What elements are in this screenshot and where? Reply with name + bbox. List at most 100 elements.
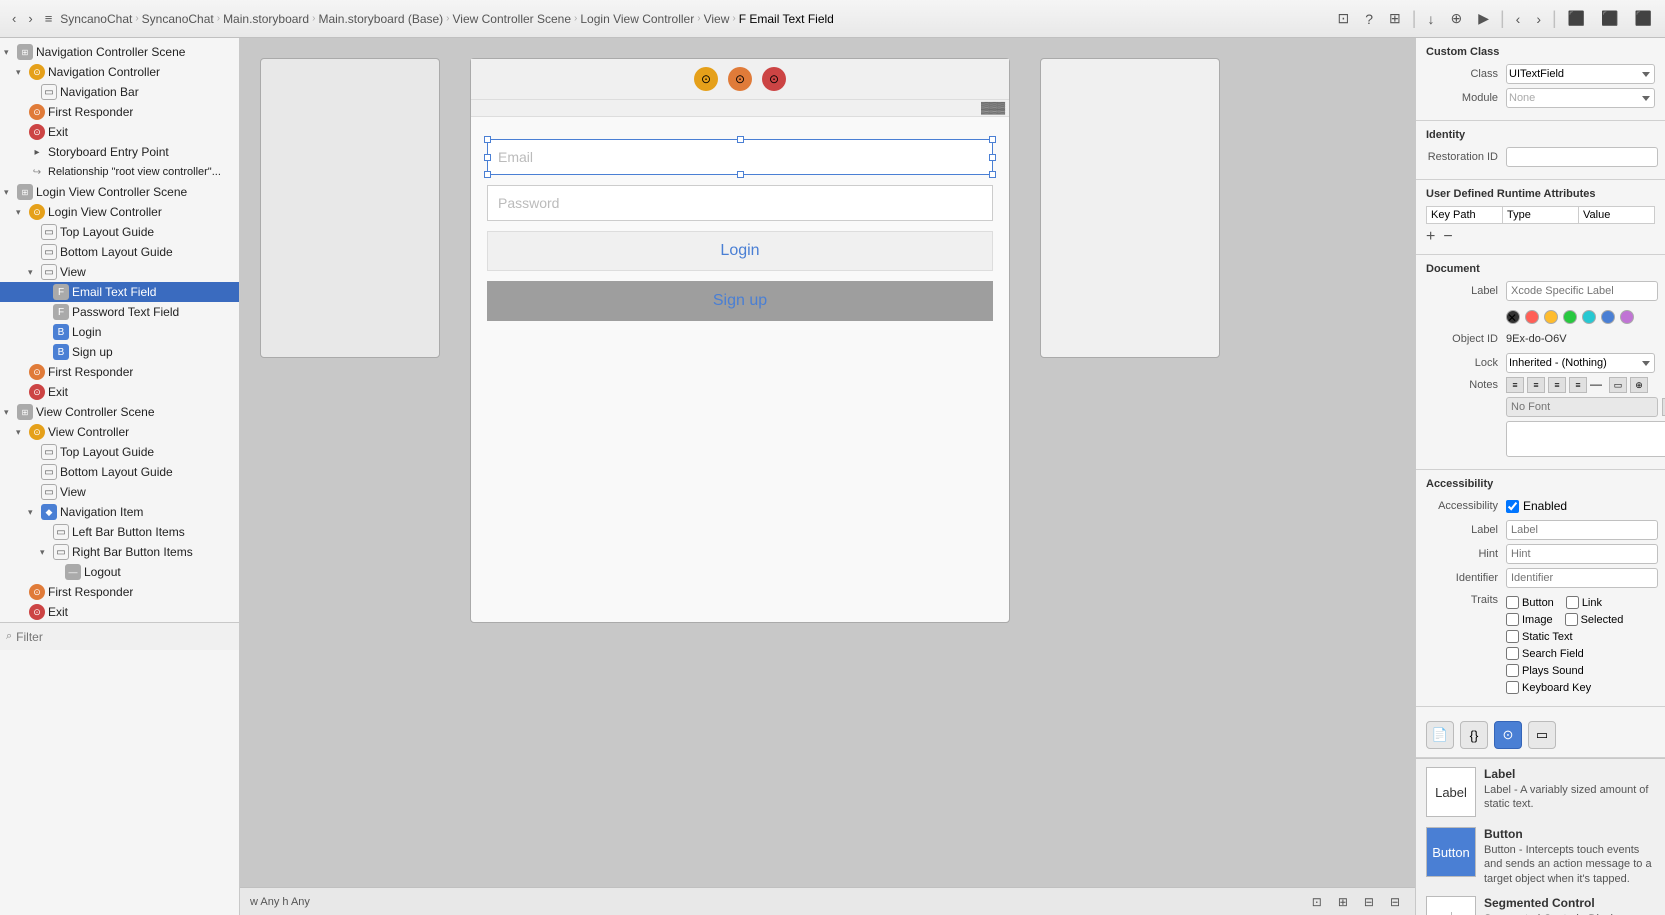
help-button[interactable]: ? (1360, 9, 1378, 29)
restoration-id-input[interactable] (1506, 147, 1658, 167)
nav-toggle[interactable]: ≡ (41, 9, 57, 28)
doc-icon-file[interactable]: 📄 (1426, 721, 1454, 749)
lock-select[interactable]: Inherited - (Nothing) (1506, 353, 1655, 373)
doc-icon-rect[interactable]: ▭ (1528, 721, 1556, 749)
next-issue-button[interactable]: › (1531, 9, 1546, 29)
filter-input[interactable] (16, 630, 233, 644)
nav-item-exit-1[interactable]: ⊙ Exit (0, 122, 239, 142)
color-blue[interactable] (1601, 310, 1615, 324)
canvas-mode-toggle[interactable]: w Any h Any (250, 896, 310, 908)
nav-item-relationship[interactable]: ↪ Relationship "root view controller"... (0, 162, 239, 182)
nav-item-storyboard-entry[interactable]: ▸ Storyboard Entry Point (0, 142, 239, 162)
color-green[interactable] (1563, 310, 1577, 324)
nav-item-email-text-field[interactable]: F Email Text Field (0, 282, 239, 302)
breadcrumb-item-6[interactable]: Login View Controller (580, 12, 694, 26)
nav-item-bottom-layout-2[interactable]: ▭ Bottom Layout Guide (0, 462, 239, 482)
nav-item-top-layout-1[interactable]: ▭ Top Layout Guide (0, 222, 239, 242)
device-button[interactable]: ⊕ (1445, 8, 1467, 29)
label-input[interactable] (1506, 281, 1658, 301)
acc-label-input[interactable] (1506, 520, 1658, 540)
breadcrumb-item-7[interactable]: View (704, 12, 730, 26)
breadcrumb-item-3[interactable]: Main.storyboard (223, 12, 309, 26)
nav-item-exit-2[interactable]: ⊙ Exit (0, 382, 239, 402)
doc-icon-circle[interactable]: ⊙ (1494, 721, 1522, 749)
trait-image-checkbox[interactable] (1506, 613, 1519, 626)
align-left-btn[interactable]: ≡ (1506, 377, 1524, 393)
color-cyan[interactable] (1582, 310, 1596, 324)
nav-item-first-responder-3[interactable]: ⊙ First Responder (0, 582, 239, 602)
nav-item-nav-bar[interactable]: ▭ Navigation Bar (0, 82, 239, 102)
password-text-field[interactable]: Password (487, 185, 993, 221)
class-select[interactable]: UITextField (1506, 64, 1655, 84)
acc-hint-input[interactable] (1506, 544, 1658, 564)
trait-keyboard-key-checkbox[interactable] (1506, 681, 1519, 694)
nav-item-logout[interactable]: — Logout (0, 562, 239, 582)
zoom-in-button[interactable]: ⊞ (1333, 893, 1353, 911)
breadcrumb-item-4[interactable]: Main.storyboard (Base) (318, 12, 443, 26)
run-button[interactable]: ▶ (1473, 8, 1494, 29)
breadcrumb-item-1[interactable]: SyncanoChat (60, 12, 132, 26)
nav-item-first-responder-1[interactable]: ⊙ First Responder (0, 102, 239, 122)
nav-item-view-1[interactable]: ▭ View (0, 262, 239, 282)
scheme-button[interactable]: ⊡ (1333, 8, 1355, 29)
align-button[interactable]: ⊟ (1385, 893, 1405, 911)
color-yellow[interactable] (1544, 310, 1558, 324)
nav-item-exit-3[interactable]: ⊙ Exit (0, 602, 239, 622)
nav-item-top-layout-2[interactable]: ▭ Top Layout Guide (0, 442, 239, 462)
nav-item-bottom-layout-1[interactable]: ▭ Bottom Layout Guide (0, 242, 239, 262)
align-center-btn[interactable]: ≡ (1527, 377, 1545, 393)
signup-button[interactable]: Sign up (487, 281, 993, 321)
nav-item-login-btn[interactable]: B Login (0, 322, 239, 342)
font-input[interactable] (1506, 397, 1658, 417)
breadcrumb-item-2[interactable]: SyncanoChat (142, 12, 214, 26)
nav-item-right-bar[interactable]: ▭ Right Bar Button Items (0, 542, 239, 562)
nav-item-view-controller[interactable]: ⊙ View Controller (0, 422, 239, 442)
nav-item-view-2[interactable]: ▭ View (0, 482, 239, 502)
doc-icon-code[interactable]: {} (1460, 721, 1488, 749)
login-button[interactable]: Login (487, 231, 993, 271)
nav-section-nav-controller-scene[interactable]: ⊞ Navigation Controller Scene (0, 42, 239, 62)
back-button[interactable]: ‹ (8, 9, 20, 28)
trait-static-text-checkbox[interactable] (1506, 630, 1519, 643)
notes-textarea[interactable] (1506, 421, 1665, 457)
breadcrumb-item-8[interactable]: F Email Text Field (739, 12, 834, 26)
navigator-toggle[interactable]: ⬛ (1563, 8, 1590, 29)
nav-item-navigation-item[interactable]: ◆ Navigation Item (0, 502, 239, 522)
trait-plays-sound-checkbox[interactable] (1506, 664, 1519, 677)
prev-issue-button[interactable]: ‹ (1511, 9, 1526, 29)
inspector-toggle[interactable]: ⬛ (1630, 8, 1657, 29)
breadcrumb-item-5[interactable]: View Controller Scene (453, 12, 572, 26)
align-justify-btn[interactable]: ≡ (1569, 377, 1587, 393)
trait-link-checkbox[interactable] (1566, 596, 1579, 609)
color-red[interactable] (1525, 310, 1539, 324)
download-button[interactable]: ↓ (1422, 9, 1439, 29)
add-attribute-button[interactable]: + (1426, 228, 1435, 246)
nav-item-left-bar[interactable]: ▭ Left Bar Button Items (0, 522, 239, 542)
forward-button[interactable]: › (24, 9, 36, 28)
align-right-btn[interactable]: ≡ (1548, 377, 1566, 393)
nav-item-login-controller[interactable]: ⊙ Login View Controller (0, 202, 239, 222)
remove-attribute-button[interactable]: − (1443, 228, 1452, 246)
module-select[interactable]: None (1506, 88, 1655, 108)
nav-section-vc-scene[interactable]: ⊞ View Controller Scene (0, 402, 239, 422)
trait-button-checkbox[interactable] (1506, 596, 1519, 609)
trait-search-field-checkbox[interactable] (1506, 647, 1519, 660)
debug-toggle[interactable]: ⬛ (1596, 8, 1623, 29)
trait-selected-checkbox[interactable] (1565, 613, 1578, 626)
nav-item-signup-btn[interactable]: B Sign up (0, 342, 239, 362)
accessibility-enabled-checkbox[interactable] (1506, 500, 1519, 513)
notes-img-btn[interactable]: ▭ (1609, 377, 1627, 393)
color-purple[interactable] (1620, 310, 1634, 324)
canvas-area[interactable]: ⊙ ⊙ ⊙ ▓▓▓ (240, 38, 1415, 887)
notes-link-btn[interactable]: ⊕ (1630, 377, 1648, 393)
zoom-fit-button[interactable]: ⊡ (1307, 893, 1327, 911)
zoom-out-button[interactable]: ⊟ (1359, 893, 1379, 911)
email-text-field[interactable]: Email (487, 139, 993, 175)
acc-identifier-input[interactable] (1506, 568, 1658, 588)
nav-item-password-text-field[interactable]: F Password Text Field (0, 302, 239, 322)
nav-section-login-scene[interactable]: ⊞ Login View Controller Scene (0, 182, 239, 202)
color-x[interactable]: ✕ (1506, 310, 1520, 324)
nav-item-nav-controller[interactable]: ⊙ Navigation Controller (0, 62, 239, 82)
nav-item-first-responder-2[interactable]: ⊙ First Responder (0, 362, 239, 382)
add-button[interactable]: ⊞ (1384, 8, 1406, 29)
